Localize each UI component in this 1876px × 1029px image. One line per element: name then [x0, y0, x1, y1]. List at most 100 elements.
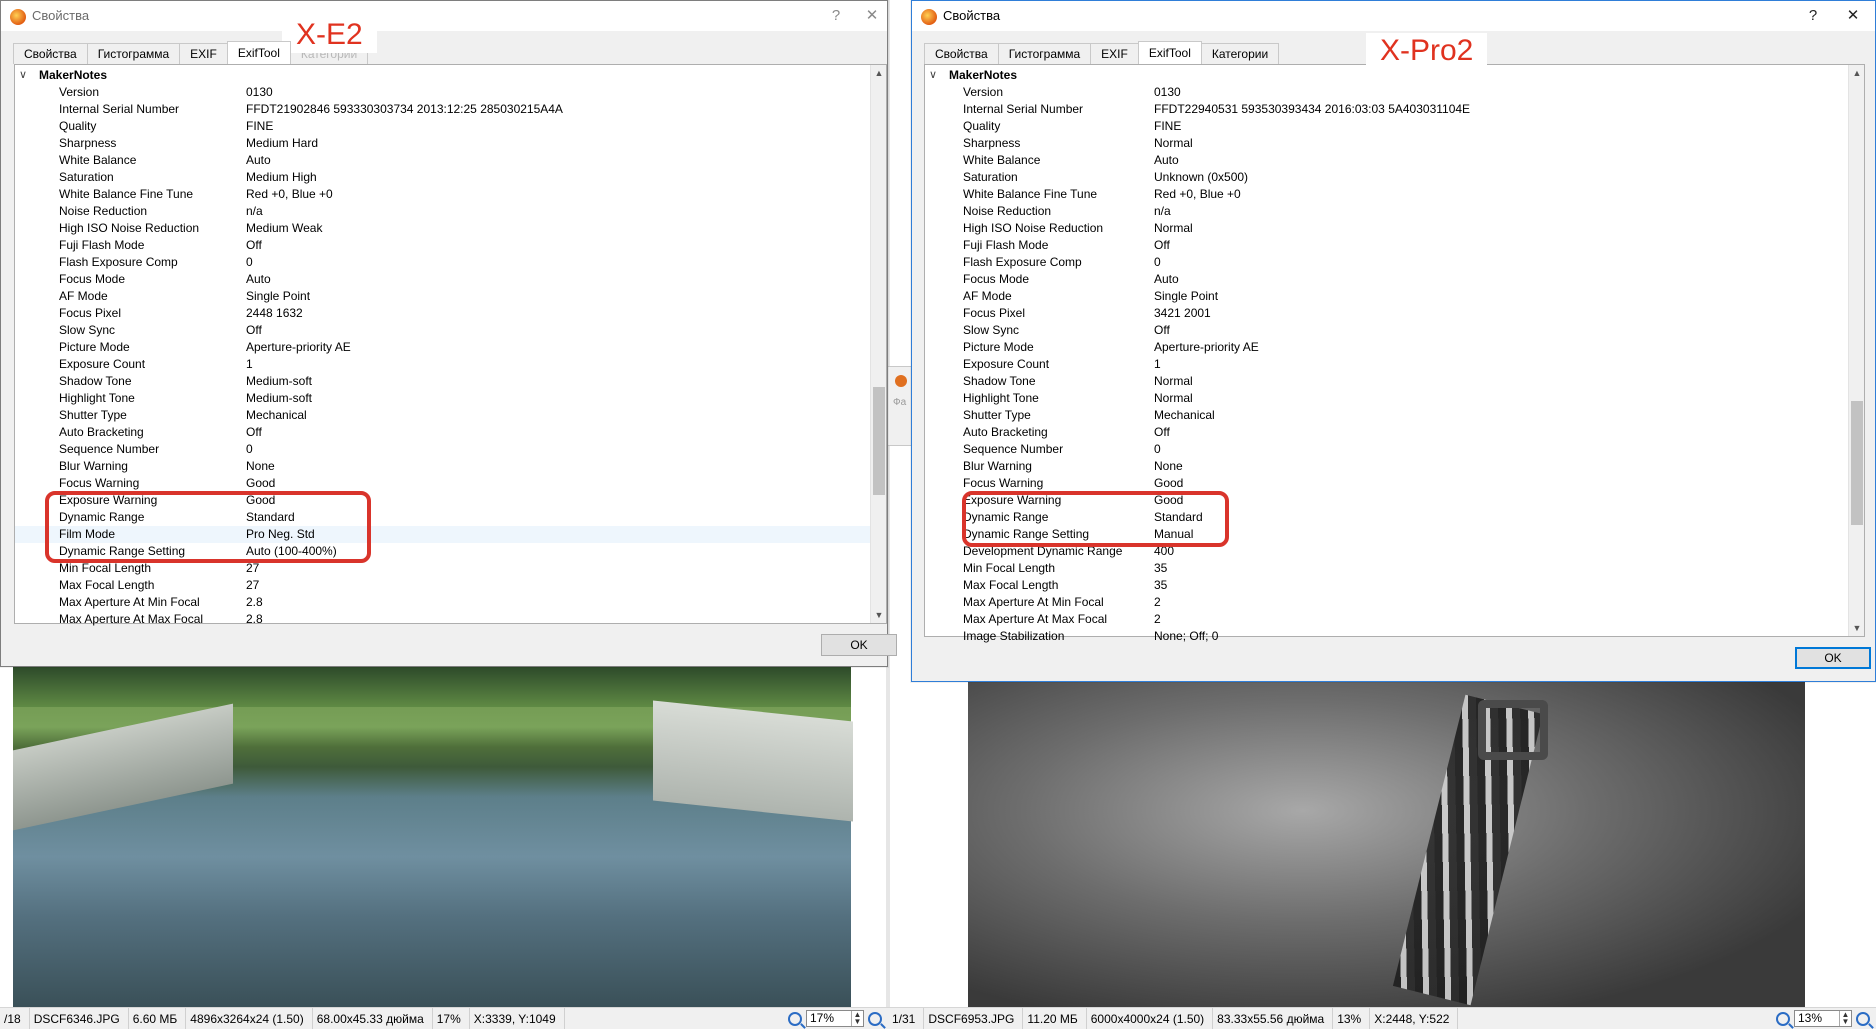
table-row[interactable]: Sequence Number 0 [15, 441, 870, 458]
property-value: 0130 [1154, 85, 1181, 99]
table-row[interactable]: Sharpness Normal [925, 135, 1848, 152]
table-row[interactable]: Focus Warning Good [15, 475, 870, 492]
table-row[interactable]: Focus Warning Good [925, 475, 1848, 492]
right-vertical-scrollbar[interactable]: ▲ ▼ [1848, 65, 1864, 636]
table-row[interactable]: Blur Warning None [15, 458, 870, 475]
zoom-in-icon[interactable] [1776, 1011, 1790, 1026]
table-row[interactable]: Min Focal Length 35 [925, 560, 1848, 577]
table-row[interactable]: Sharpness Medium Hard [15, 135, 870, 152]
zoom-spinner-icon[interactable]: ▲ ▼ [851, 1011, 863, 1026]
table-row[interactable]: White Balance Auto [15, 152, 870, 169]
property-value: FFDT22940531 593530393434 2016:03:03 5A4… [1154, 102, 1471, 116]
table-row[interactable]: Image Stabilization None; Off; 0 [925, 628, 1848, 645]
close-button[interactable]: ✕ [1842, 5, 1864, 27]
zoom-input[interactable]: 13% ▲ ▼ [1794, 1010, 1852, 1027]
table-row[interactable]: AF Mode Single Point [925, 288, 1848, 305]
table-row[interactable]: Auto Bracketing Off [15, 424, 870, 441]
table-row[interactable]: High ISO Noise Reduction Normal [925, 220, 1848, 237]
table-row[interactable]: Quality FINE [15, 118, 870, 135]
table-row[interactable]: White Balance Auto [925, 152, 1848, 169]
table-row[interactable]: Shadow Tone Normal [925, 373, 1848, 390]
table-row[interactable]: Flash Exposure Comp 0 [15, 254, 870, 271]
table-row[interactable]: Max Aperture At Min Focal 2 [925, 594, 1848, 611]
file-name: DSCF6953.JPG [924, 1007, 1024, 1029]
table-row[interactable]: White Balance Fine Tune Red +0, Blue +0 [15, 186, 870, 203]
scroll-down-icon[interactable]: ▼ [1849, 620, 1865, 636]
table-row[interactable]: Max Aperture At Max Focal 2 [925, 611, 1848, 628]
table-row[interactable]: Focus Pixel 3421 2001 [925, 305, 1848, 322]
table-row[interactable]: Focus Pixel 2448 1632 [15, 305, 870, 322]
table-row[interactable]: Shadow Tone Medium-soft [15, 373, 870, 390]
table-row[interactable]: Shutter Type Mechanical [15, 407, 870, 424]
right-titlebar[interactable]: Свойства ? ✕ [912, 1, 1875, 31]
table-row[interactable]: High ISO Noise Reduction Medium Weak [15, 220, 870, 237]
tab-histogram[interactable]: Гистограмма [997, 43, 1092, 64]
table-row[interactable]: Slow Sync Off [925, 322, 1848, 339]
table-row[interactable]: Shutter Type Mechanical [925, 407, 1848, 424]
zoom-out-icon[interactable] [1856, 1011, 1870, 1026]
table-row[interactable]: Auto Bracketing Off [925, 424, 1848, 441]
chevron-down-icon[interactable]: ∨ [929, 67, 937, 84]
table-row[interactable]: Focus Mode Auto [15, 271, 870, 288]
table-row[interactable]: Exposure Count 1 [15, 356, 870, 373]
table-row[interactable]: Focus Mode Auto [925, 271, 1848, 288]
close-button[interactable]: ✕ [861, 5, 883, 27]
help-button[interactable]: ? [825, 5, 847, 27]
right-photo-viewer[interactable] [888, 680, 1876, 1007]
table-row[interactable]: Picture Mode Aperture-priority AE [15, 339, 870, 356]
table-row[interactable]: Fuji Flash Mode Off [15, 237, 870, 254]
ok-button[interactable]: OK [1795, 647, 1871, 669]
table-row[interactable]: Quality FINE [925, 118, 1848, 135]
background-window-fragment[interactable]: Фа [886, 366, 912, 446]
table-row[interactable]: Internal Serial Number FFDT22940531 59353… [925, 101, 1848, 118]
left-photo-viewer[interactable] [0, 667, 888, 1007]
help-button[interactable]: ? [1802, 5, 1824, 27]
zoom-input[interactable]: 17% ▲ ▼ [806, 1010, 864, 1027]
tab-histogram[interactable]: Гистограмма [86, 43, 181, 64]
tab-exiftool[interactable]: ExifTool [226, 41, 291, 64]
table-row[interactable]: Noise Reduction n/a [925, 203, 1848, 220]
table-row[interactable]: Flash Exposure Comp 0 [925, 254, 1848, 271]
scroll-up-icon[interactable]: ▲ [1849, 65, 1865, 81]
scroll-down-icon[interactable]: ▼ [871, 607, 887, 623]
table-row[interactable]: AF Mode Single Point [15, 288, 870, 305]
table-row[interactable]: Saturation Medium High [15, 169, 870, 186]
tab-exiftool[interactable]: ExifTool [1137, 41, 1202, 64]
table-row[interactable]: Highlight Tone Normal [925, 390, 1848, 407]
ok-button[interactable]: OK [821, 634, 897, 656]
table-row[interactable]: Max Focal Length 27 [15, 577, 870, 594]
table-row[interactable]: Picture Mode Aperture-priority AE [925, 339, 1848, 356]
zoom-in-icon[interactable] [788, 1011, 802, 1026]
table-row[interactable]: Max Focal Length 35 [925, 577, 1848, 594]
table-row[interactable]: Saturation Unknown (0x500) [925, 169, 1848, 186]
table-row[interactable]: White Balance Fine Tune Red +0, Blue +0 [925, 186, 1848, 203]
right-metadata-tree[interactable]: ∨ MakerNotes Version 0130 Internal Serial … [924, 64, 1865, 643]
table-row[interactable]: Slow Sync Off [15, 322, 870, 339]
table-row[interactable]: Noise Reduction n/a [15, 203, 870, 220]
zoom-spinner-icon[interactable]: ▲ ▼ [1839, 1011, 1851, 1026]
table-row[interactable]: Sequence Number 0 [925, 441, 1848, 458]
property-name: Auto Bracketing [59, 425, 144, 439]
table-row[interactable]: Max Aperture At Max Focal 2.8 [15, 611, 870, 628]
tab-categories[interactable]: Категории [1200, 43, 1280, 64]
zoom-out-icon[interactable] [868, 1011, 882, 1026]
table-row[interactable]: Highlight Tone Medium-soft [15, 390, 870, 407]
table-row[interactable]: Blur Warning None [925, 458, 1848, 475]
scroll-up-icon[interactable]: ▲ [871, 65, 887, 81]
table-row[interactable]: Internal Serial Number FFDT21902846 59333… [15, 101, 870, 118]
left-titlebar[interactable]: Свойства ? ✕ [1, 1, 887, 31]
scroll-thumb[interactable] [1851, 401, 1863, 525]
table-row[interactable]: Exposure Count 1 [925, 356, 1848, 373]
trees-graphic [13, 667, 851, 707]
tab-properties[interactable]: Свойства [13, 43, 88, 64]
table-row[interactable]: Max Aperture At Min Focal 2.8 [15, 594, 870, 611]
tab-properties[interactable]: Свойства [924, 43, 999, 64]
table-row[interactable]: Version 0130 [925, 84, 1848, 101]
tab-exif[interactable]: EXIF [179, 43, 228, 64]
scroll-thumb[interactable] [873, 387, 885, 495]
chevron-down-icon[interactable]: ∨ [19, 67, 27, 84]
table-row[interactable]: Fuji Flash Mode Off [925, 237, 1848, 254]
table-row[interactable]: Version 0130 [15, 84, 870, 101]
left-vertical-scrollbar[interactable]: ▲ ▼ [870, 65, 886, 623]
tab-exif[interactable]: EXIF [1090, 43, 1139, 64]
